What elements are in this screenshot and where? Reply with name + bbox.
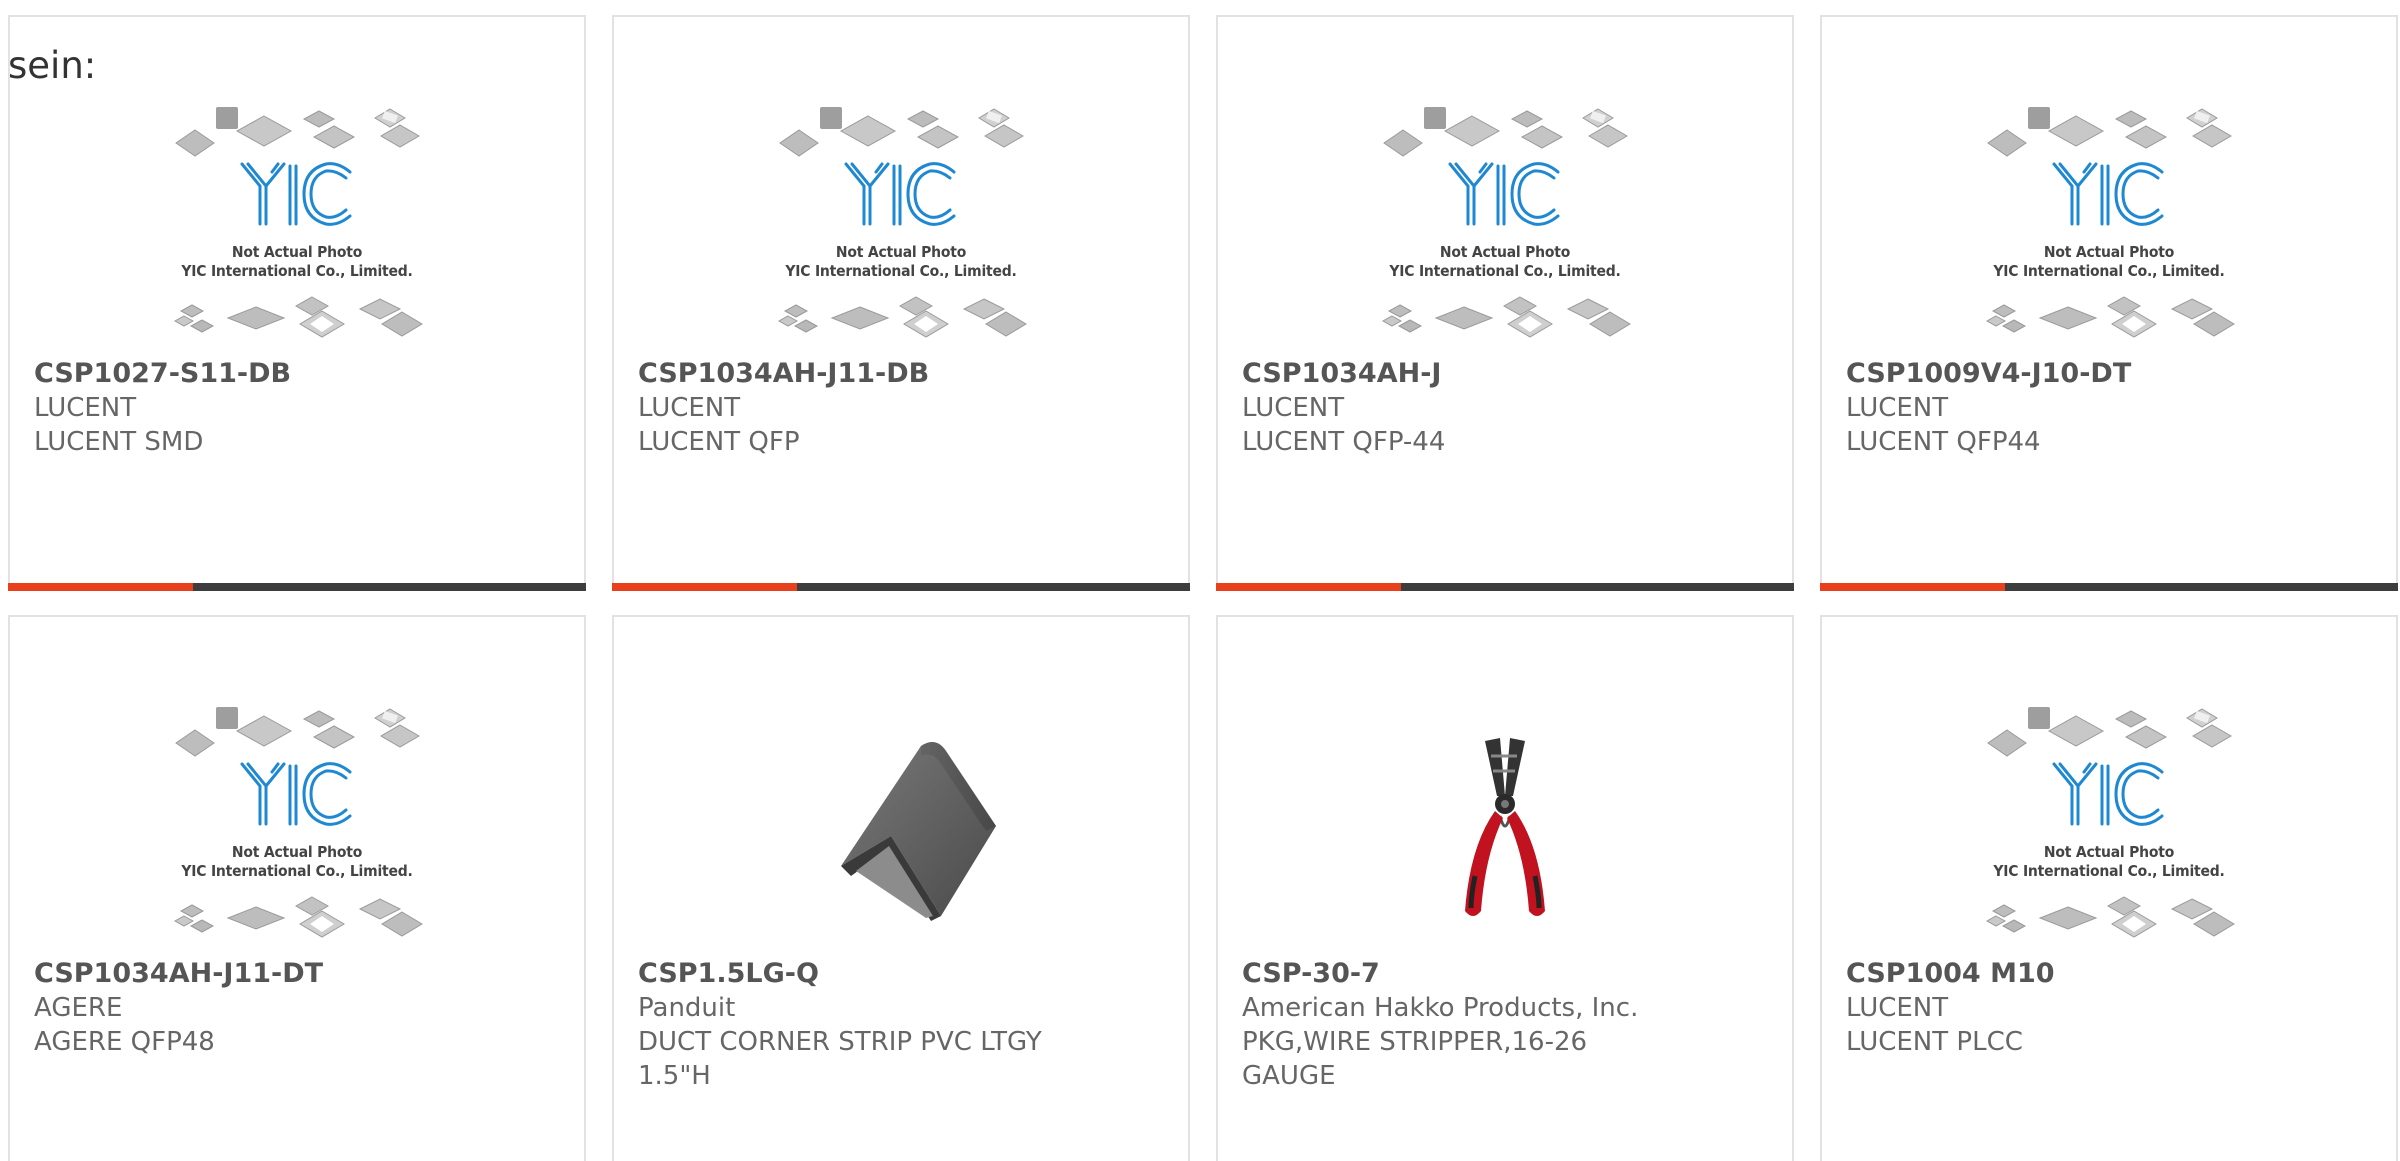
part-number[interactable]: CSP-30-7: [1242, 957, 1768, 991]
manufacturer: LUCENT: [1846, 393, 1949, 423]
card-footer-bar: [612, 583, 1190, 591]
part-number[interactable]: CSP1034AH-J11-DB: [638, 357, 1164, 391]
product-image[interactable]: Not Actual Photo YIC International Co., …: [1218, 97, 1792, 355]
product-info: CSP1.5LG-Q Panduit DUCT CORNER STRIP PVC…: [638, 957, 1164, 1093]
product-card[interactable]: CSP-30-7 American Hakko Products, Inc. P…: [1216, 615, 1794, 1161]
card-accent-bar: [1820, 583, 2005, 591]
placeholder-image: Not Actual Photo YIC International Co., …: [1974, 106, 2244, 346]
placeholder-image: Not Actual Photo YIC International Co., …: [162, 706, 432, 946]
card-footer-bar: [1820, 583, 2398, 591]
placeholder-caption-line2: YIC International Co., Limited.: [181, 862, 413, 880]
placeholder-caption-line1: Not Actual Photo: [2043, 843, 2175, 861]
product-card[interactable]: Not Actual Photo YIC International Co., …: [1820, 615, 2398, 1161]
card-accent-bar: [1216, 583, 1401, 591]
product-info: CSP1034AH-J11-DT AGERE AGERE QFP48: [34, 957, 560, 1059]
card-footer-bar: [1216, 583, 1794, 591]
placeholder-caption-line1: Not Actual Photo: [2043, 243, 2175, 261]
chips-placeholder-icon: [173, 707, 423, 938]
product-image[interactable]: Not Actual Photo YIC International Co., …: [614, 97, 1188, 355]
placeholder-image: Not Actual Photo YIC International Co., …: [162, 106, 432, 346]
product-info: CSP1034AH-J LUCENT LUCENT QFP-44: [1242, 357, 1768, 459]
description: DUCT CORNER STRIP PVC LTGY 1.5"H: [638, 1027, 1042, 1091]
part-number[interactable]: CSP1.5LG-Q: [638, 957, 1164, 991]
product-info: CSP-30-7 American Hakko Products, Inc. P…: [1242, 957, 1768, 1093]
product-image[interactable]: Not Actual Photo YIC International Co., …: [10, 97, 584, 355]
description: AGERE QFP48: [34, 1027, 215, 1057]
part-number[interactable]: CSP1034AH-J: [1242, 357, 1768, 391]
product-photo: [801, 726, 1001, 926]
chips-placeholder-icon: [777, 107, 1027, 338]
manufacturer: AGERE: [34, 993, 123, 1023]
placeholder-caption-line2: YIC International Co., Limited.: [1993, 262, 2225, 280]
manufacturer: LUCENT: [34, 393, 137, 423]
card-accent-bar: [612, 583, 797, 591]
product-image[interactable]: [614, 697, 1188, 955]
part-number[interactable]: CSP1009V4-J10-DT: [1846, 357, 2372, 391]
description: LUCENT QFP-44: [1242, 427, 1446, 457]
placeholder-caption-line1: Not Actual Photo: [231, 243, 363, 261]
placeholder-image: Not Actual Photo YIC International Co., …: [766, 106, 1036, 346]
lead-text: sein:: [8, 44, 97, 87]
product-card[interactable]: CSP1.5LG-Q Panduit DUCT CORNER STRIP PVC…: [612, 615, 1190, 1161]
chips-placeholder-icon: [1381, 107, 1631, 338]
placeholder-caption-line1: Not Actual Photo: [835, 243, 967, 261]
product-photo: [1405, 726, 1605, 926]
card-footer-bar: [8, 583, 586, 591]
description: LUCENT SMD: [34, 427, 204, 457]
product-image[interactable]: Not Actual Photo YIC International Co., …: [10, 697, 584, 955]
product-card[interactable]: Not Actual Photo YIC International Co., …: [612, 15, 1190, 591]
placeholder-image: Not Actual Photo YIC International Co., …: [1370, 106, 1640, 346]
product-card[interactable]: Not Actual Photo YIC International Co., …: [8, 15, 586, 591]
product-card[interactable]: Not Actual Photo YIC International Co., …: [8, 615, 586, 1161]
part-number[interactable]: CSP1027-S11-DB: [34, 357, 560, 391]
chips-placeholder-icon: [173, 107, 423, 338]
placeholder-caption-line2: YIC International Co., Limited.: [1389, 262, 1621, 280]
card-accent-bar: [8, 583, 193, 591]
product-card[interactable]: Not Actual Photo YIC International Co., …: [1216, 15, 1794, 591]
placeholder-caption-line2: YIC International Co., Limited.: [785, 262, 1017, 280]
product-info: CSP1004 M10 LUCENT LUCENT PLCC: [1846, 957, 2372, 1059]
placeholder-image: Not Actual Photo YIC International Co., …: [1974, 706, 2244, 946]
manufacturer: American Hakko Products, Inc.: [1242, 993, 1639, 1023]
manufacturer: LUCENT: [638, 393, 741, 423]
part-number[interactable]: CSP1004 M10: [1846, 957, 2372, 991]
duct-corner-strip-icon: [841, 742, 996, 921]
chips-placeholder-icon: [1985, 107, 2235, 338]
chips-placeholder-icon: [1985, 707, 2235, 938]
placeholder-caption-line2: YIC International Co., Limited.: [181, 262, 413, 280]
product-info: CSP1009V4-J10-DT LUCENT LUCENT QFP44: [1846, 357, 2372, 459]
placeholder-caption-line1: Not Actual Photo: [1439, 243, 1571, 261]
product-card[interactable]: Not Actual Photo YIC International Co., …: [1820, 15, 2398, 591]
placeholder-caption-line2: YIC International Co., Limited.: [1993, 862, 2225, 880]
product-image[interactable]: Not Actual Photo YIC International Co., …: [1822, 97, 2396, 355]
product-grid: Not Actual Photo YIC International Co., …: [8, 15, 2398, 1161]
description: LUCENT QFP: [638, 427, 800, 457]
description: LUCENT PLCC: [1846, 1027, 2023, 1057]
description: PKG,WIRE STRIPPER,16-26 GAUGE: [1242, 1027, 1588, 1091]
manufacturer: LUCENT: [1242, 393, 1345, 423]
description: LUCENT QFP44: [1846, 427, 2041, 457]
product-image[interactable]: Not Actual Photo YIC International Co., …: [1822, 697, 2396, 955]
product-image[interactable]: [1218, 697, 1792, 955]
manufacturer: Panduit: [638, 993, 736, 1023]
product-info: CSP1027-S11-DB LUCENT LUCENT SMD: [34, 357, 560, 459]
wire-stripper-icon: [1465, 738, 1545, 916]
placeholder-caption-line1: Not Actual Photo: [231, 843, 363, 861]
part-number[interactable]: CSP1034AH-J11-DT: [34, 957, 560, 991]
product-grid-page: Not Actual Photo YIC International Co., …: [0, 0, 2400, 1161]
product-info: CSP1034AH-J11-DB LUCENT LUCENT QFP: [638, 357, 1164, 459]
manufacturer: LUCENT: [1846, 993, 1949, 1023]
